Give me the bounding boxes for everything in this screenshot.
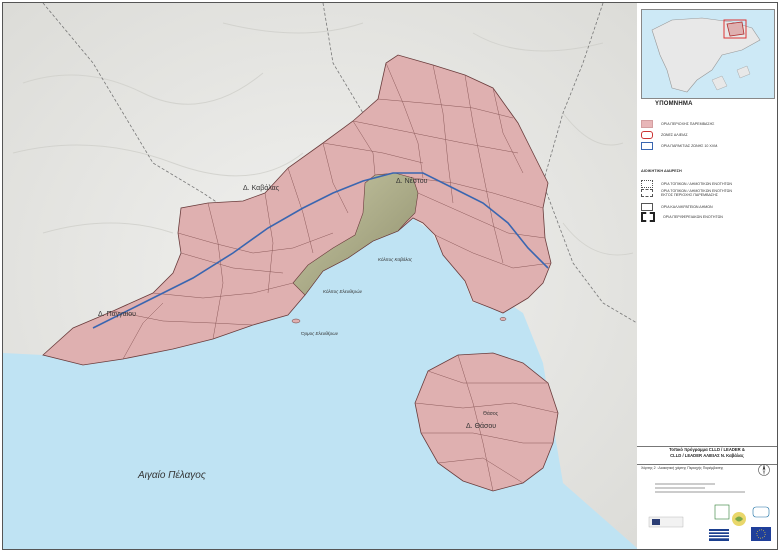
legend-item-label: ΟΡΙΑ ΠΑΡΑΚΤΙΑΣ ΖΩΝΗΣ 10 ΧΛΜ. — [661, 143, 719, 148]
gulf-kavala-label: Κόλπος Καβάλας — [378, 256, 413, 262]
map-notes — [655, 481, 745, 493]
north-arrow-icon — [757, 463, 771, 477]
map-caption: Χάρτης 2 : Διοικητική χάρτης Περιοχής Πα… — [641, 466, 724, 470]
legend-admin-item: ΟΡΙΑ ΚΑΛΛΙΚΡΑΤΕΙΩΝ ΔΗΜΩΝ — [641, 202, 713, 211]
legend-item-label: ΖΩΝΕΣ ΑΛΙΕΙΑΣ — [661, 132, 688, 137]
gulf-eleftheron-label: Κόλπος Ελευθερών — [323, 288, 363, 294]
eu-flag-icon — [751, 527, 771, 541]
sponsor-logos — [641, 503, 773, 545]
legend-title: ΥΠΟΜΝΗΜΑ — [655, 101, 693, 107]
pink-fill-swatch-icon — [641, 119, 653, 128]
map-canvas: Δ. Καβάλας Δ. Νέστου Δ. Παγγαίου Δ. Θάσο… — [3, 3, 637, 548]
fisheries-logo-icon — [752, 506, 770, 518]
legend-item: ΟΡΙΑ ΠΑΡΑΚΤΙΑΣ ΖΩΝΗΣ 10 ΧΛΜ. — [641, 141, 718, 150]
legend-item-label: ΟΡΙΑ ΠΕΡΙΦΕΡΕΙΑΚΩΝ ΕΝΟΤΗΤΩΝ — [663, 214, 723, 219]
legend-item-label: ΟΡΙΑ ΤΟΠΙΚΩΝ / ΔΗΜΟΤΙΚΩΝ ΕΝΟΤΗΤΩΝ — [661, 181, 732, 186]
unit-label-nestos: Δ. Νέστου — [396, 177, 428, 185]
unit-label-thasos: Δ. Θάσου — [466, 422, 496, 430]
islet — [291, 318, 301, 324]
unit-label-kavala: Δ. Καβάλας — [243, 184, 280, 192]
sea-label: Αιγαίο Πέλαγος — [137, 469, 206, 481]
legend-item-label: ΟΡΙΑ ΤΟΠΙΚΩΝ / ΔΗΜΟΤΙΚΩΝ ΕΝΟΤΗΤΩΝ ΕΚΤΟΣ … — [661, 189, 732, 198]
dotted-boundary-icon — [641, 179, 653, 188]
locator-inset-map — [641, 9, 775, 99]
legend-panel: ΥΠΟΜΝΗΜΑ ΟΡΙΑ ΠΕΡΙΟΧΗΣ ΠΑΡΕΜΒΑΣΗΣ ΖΩΝΕΣ … — [637, 2, 778, 550]
solid-boundary-icon — [641, 202, 653, 211]
unit-label-pangaio: Δ. Παγγαίου — [98, 310, 136, 318]
legend-item: ΟΡΙΑ ΠΕΡΙΟΧΗΣ ΠΑΡΕΜΒΑΣΗΣ — [641, 119, 714, 128]
leader-logo-icon — [714, 504, 730, 520]
fishing-zone-icon — [641, 130, 653, 139]
islet-2 — [499, 317, 507, 321]
legend-admin-item: ΟΡΙΑ ΤΟΠΙΚΩΝ / ΔΗΜΟΤΙΚΩΝ ΕΝΟΤΗΤΩΝ ΕΚΤΟΣ … — [641, 189, 741, 202]
bold-dashed-boundary-icon — [641, 211, 655, 222]
main-map[interactable]: Δ. Καβάλας Δ. Νέστου Δ. Παγγαίου Δ. Θάσο… — [2, 2, 638, 550]
map-sheet: Δ. Καβάλας Δ. Νέστου Δ. Παγγαίου Δ. Θάσο… — [0, 0, 779, 550]
legend-item-label: ΟΡΙΑ ΠΕΡΙΟΧΗΣ ΠΑΡΕΜΒΑΣΗΣ — [661, 121, 715, 126]
dashed-boundary-icon — [641, 189, 653, 197]
blue-outline-swatch-icon — [641, 141, 653, 150]
map-title-line2: CLLD / LEADER ΑΛΙΕΙΑΣ Ν. Καβάλας — [670, 453, 744, 458]
legend-admin-item: ΟΡΙΑ ΤΟΠΙΚΩΝ / ΔΗΜΟΤΙΚΩΝ ΕΝΟΤΗΤΩΝ — [641, 179, 732, 188]
legend-item-label: ΟΡΙΑ ΚΑΛΛΙΚΡΑΤΕΙΩΝ ΔΗΜΩΝ — [661, 204, 713, 209]
map-title-box: Τοπικό πρόγραμμα CLLD / LEADER & CLLD / … — [637, 446, 777, 465]
legend-item: ΖΩΝΕΣ ΑΛΙΕΙΑΣ — [641, 130, 688, 139]
gulf-pierian-label: Όρμος Ελευθέρων — [300, 330, 339, 336]
legend-admin-item: ΟΡΙΑ ΠΕΡΙΦΕΡΕΙΑΚΩΝ ΕΝΟΤΗΤΩΝ — [641, 211, 723, 222]
admin-division-heading: ΔΙΟΙΚΗΤΙΚΗ ΔΙΑΙΡΕΣΗ — [641, 169, 682, 173]
thasos-town-label: Θάσος — [483, 410, 499, 417]
